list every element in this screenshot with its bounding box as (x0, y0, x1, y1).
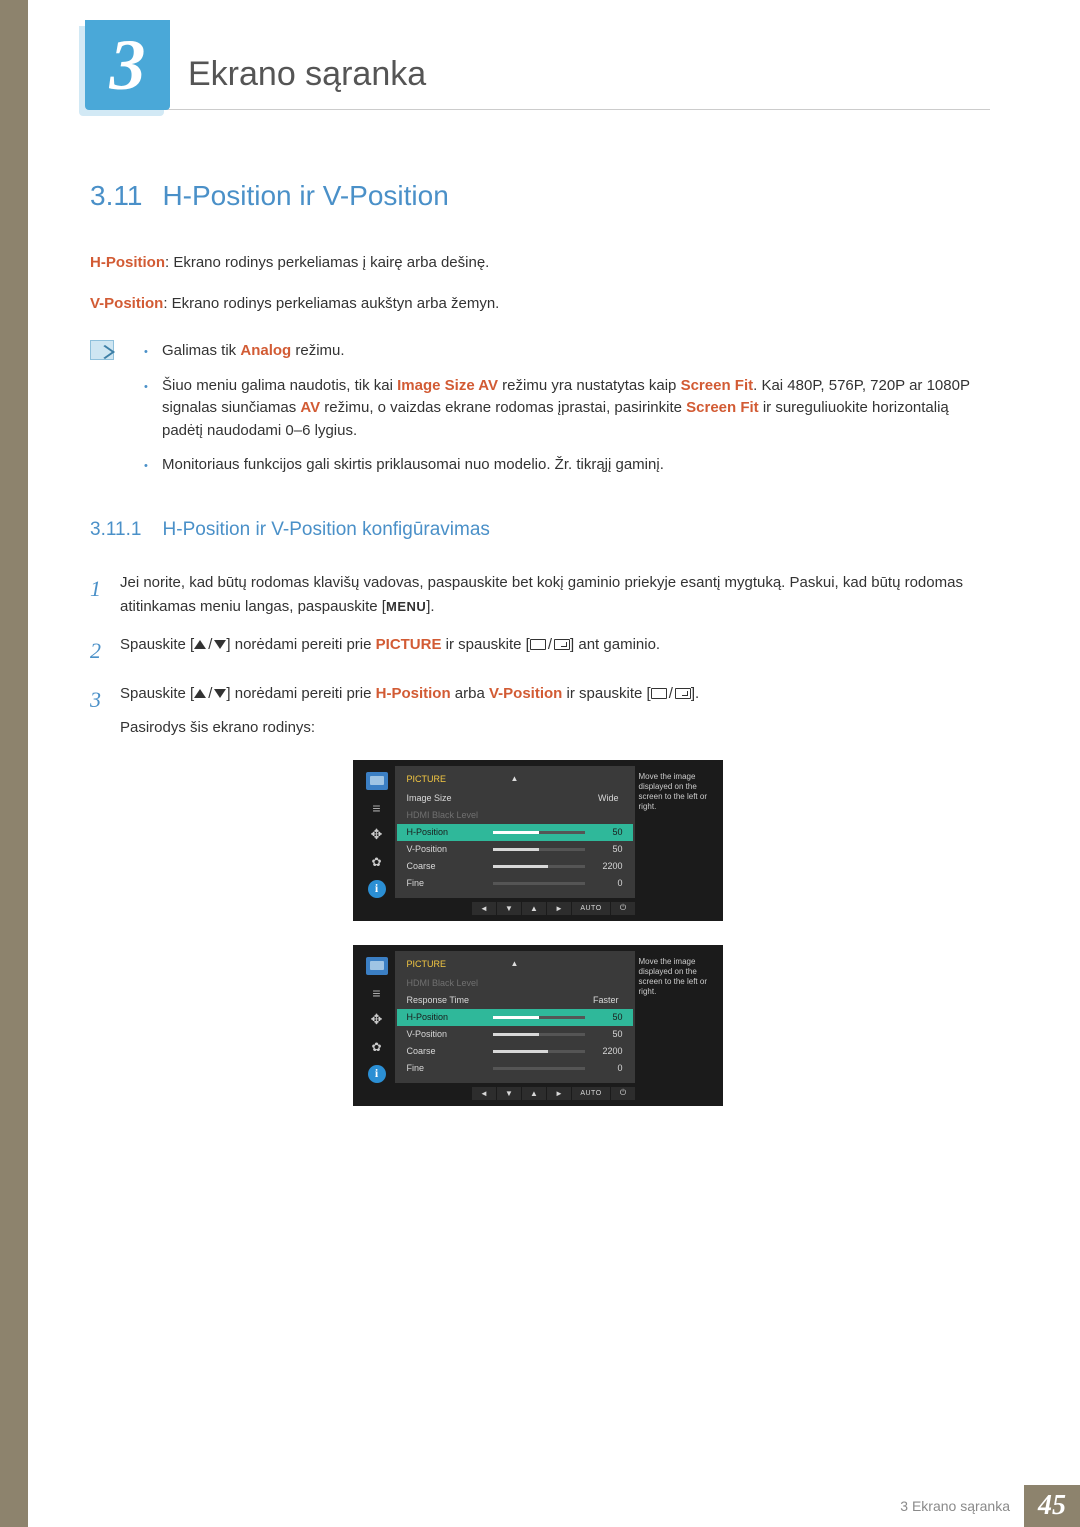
footer-page-number: 45 (1024, 1485, 1080, 1527)
osd-nav-btn: ▼ (497, 1087, 521, 1100)
vposition-text: : Ekrano rodinys perkeliamas aukštyn arb… (163, 295, 499, 312)
step-1: 1 Jei norite, kad būtų rodomas klavišų v… (90, 571, 985, 619)
box-enter-icon: / (530, 633, 570, 657)
osd-side-icon (366, 826, 388, 844)
osd-nav-btn: AUTO (572, 902, 610, 915)
osd-help-text: Move the image displayed on the screen t… (635, 766, 713, 898)
note-item: Šiuo meniu galima naudotis, tik kai Imag… (144, 375, 985, 443)
osd-nav-btn: ⏻ (611, 902, 635, 915)
osd-screenshots: PICTUREImage SizeWideHDMI Black LevelH-P… (90, 760, 985, 1106)
updown-icon: / (194, 633, 226, 657)
osd-nav-btn: ▲ (522, 1087, 546, 1100)
osd-nav: ◄▼▲►AUTO⏻ (359, 1087, 713, 1100)
osd-row: Coarse2200 (397, 858, 633, 875)
box-enter-icon: / (651, 682, 691, 706)
osd-nav-btn: ⏻ (611, 1087, 635, 1100)
step-3: 3 Spauskite [/] norėdami pereiti prie H-… (90, 682, 985, 740)
osd-nav-btn: ▲ (522, 902, 546, 915)
osd-main: PICTUREHDMI Black LevelResponse TimeFast… (395, 951, 635, 1083)
osd-nav: ◄▼▲►AUTO⏻ (359, 902, 713, 915)
osd-title: PICTURE (397, 772, 633, 790)
osd-side-icon (366, 772, 388, 790)
osd-row: H-Position50 (397, 1009, 633, 1026)
osd-side-icon (368, 1065, 386, 1083)
note-icon (90, 340, 114, 360)
osd-row: V-Position50 (397, 841, 633, 858)
osd-nav-btn: ◄ (472, 902, 496, 915)
osd-sidebar (359, 951, 395, 1083)
content: 3.11 H-Position ir V-Position H-Position… (0, 110, 1080, 1106)
osd-side-icon (366, 1011, 388, 1029)
osd-panel-1: PICTUREImage SizeWideHDMI Black LevelH-P… (353, 760, 723, 921)
updown-icon: / (194, 682, 226, 706)
subsection-title: H-Position ir V-Position konfigūravimas (163, 519, 490, 540)
hposition-term: H-Position (90, 254, 165, 271)
vposition-term: V-Position (90, 295, 163, 312)
osd-row: HDMI Black Level (397, 807, 633, 824)
note-block: Galimas tik Analog režimu. Šiuo meniu ga… (90, 340, 985, 489)
page-footer: 3 Ekrano sąranka 45 (0, 1485, 1080, 1527)
steps-list: 1 Jei norite, kad būtų rodomas klavišų v… (90, 571, 985, 740)
section-title: H-Position ir V-Position (162, 180, 448, 211)
hposition-desc: H-Position: Ekrano rodinys perkeliamas į… (90, 252, 985, 275)
osd-side-icon (366, 957, 388, 975)
osd-nav-btn: ▼ (497, 902, 521, 915)
footer-text: 3 Ekrano sąranka (900, 1498, 1010, 1514)
note-item: Galimas tik Analog režimu. (144, 340, 985, 363)
step-number: 3 (90, 682, 120, 740)
section-heading: 3.11 H-Position ir V-Position (90, 180, 985, 212)
osd-row: Coarse2200 (397, 1043, 633, 1060)
osd-nav-btn: AUTO (572, 1087, 610, 1100)
osd-side-icon (366, 799, 388, 817)
note-list: Galimas tik Analog režimu. Šiuo meniu ga… (144, 340, 985, 489)
hposition-text: : Ekrano rodinys perkeliamas į kairę arb… (165, 254, 489, 271)
page: 3 Ekrano sąranka 3.11 H-Position ir V-Po… (0, 0, 1080, 1527)
osd-row: H-Position50 (397, 824, 633, 841)
osd-main: PICTUREImage SizeWideHDMI Black LevelH-P… (395, 766, 635, 898)
osd-side-icon (366, 853, 388, 871)
step-number: 1 (90, 571, 120, 619)
osd-nav-btn: ► (547, 902, 571, 915)
osd-row: V-Position50 (397, 1026, 633, 1043)
subsection-heading: 3.11.1 H-Position ir V-Position konfigūr… (90, 519, 985, 541)
subsection-number: 3.11.1 (90, 519, 141, 540)
note-item: Monitoriaus funkcijos gali skirtis prikl… (144, 454, 985, 477)
step-body: Spauskite [/] norėdami pereiti prie PICT… (120, 633, 985, 668)
osd-row: Image SizeWide (397, 790, 633, 807)
chapter-badge: 3 (85, 20, 170, 110)
step-body: Spauskite [/] norėdami pereiti prie H-Po… (120, 682, 985, 740)
step-body: Jei norite, kad būtų rodomas klavišų vad… (120, 571, 985, 619)
osd-side-icon (368, 880, 386, 898)
section-number: 3.11 (90, 180, 142, 211)
step-number: 2 (90, 633, 120, 668)
osd-side-icon (366, 1038, 388, 1056)
osd-side-icon (366, 984, 388, 1002)
osd-nav-btn: ◄ (472, 1087, 496, 1100)
osd-title: PICTURE (397, 957, 633, 975)
osd-row: Fine0 (397, 875, 633, 892)
osd-panel-2: PICTUREHDMI Black LevelResponse TimeFast… (353, 945, 723, 1106)
osd-row: HDMI Black Level (397, 975, 633, 992)
osd-row: Fine0 (397, 1060, 633, 1077)
left-stripe (0, 0, 28, 1527)
page-header: 3 Ekrano sąranka (0, 0, 1080, 110)
after-steps-text: Pasirodys šis ekrano rodinys: (120, 716, 985, 740)
menu-label: MENU (386, 599, 426, 614)
chapter-title: Ekrano sąranka (188, 55, 426, 94)
osd-row: Response TimeFaster (397, 992, 633, 1009)
osd-sidebar (359, 766, 395, 898)
step-2: 2 Spauskite [/] norėdami pereiti prie PI… (90, 633, 985, 668)
vposition-desc: V-Position: Ekrano rodinys perkeliamas a… (90, 293, 985, 316)
osd-help-text: Move the image displayed on the screen t… (635, 951, 713, 1083)
osd-nav-btn: ► (547, 1087, 571, 1100)
